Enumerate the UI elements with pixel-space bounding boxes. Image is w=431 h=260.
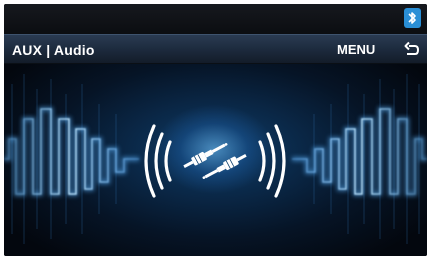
sound-arcs-right [258, 124, 286, 198]
right-waveform [292, 108, 427, 195]
background-lines [11, 74, 420, 244]
back-arrow-icon[interactable] [403, 41, 421, 58]
waveform-art [4, 74, 427, 244]
bluetooth-icon [404, 8, 421, 28]
head-unit-screen: AUX | Audio MENU [4, 4, 427, 256]
aux-cable-icon [183, 143, 247, 179]
aux-visualizer [4, 64, 427, 256]
menu-button[interactable]: MENU [337, 42, 375, 57]
status-bar [4, 4, 427, 34]
page-title: AUX | Audio [12, 42, 95, 58]
sound-arcs-left [144, 124, 172, 198]
title-bar: AUX | Audio MENU [4, 34, 427, 64]
left-waveform [4, 108, 139, 195]
